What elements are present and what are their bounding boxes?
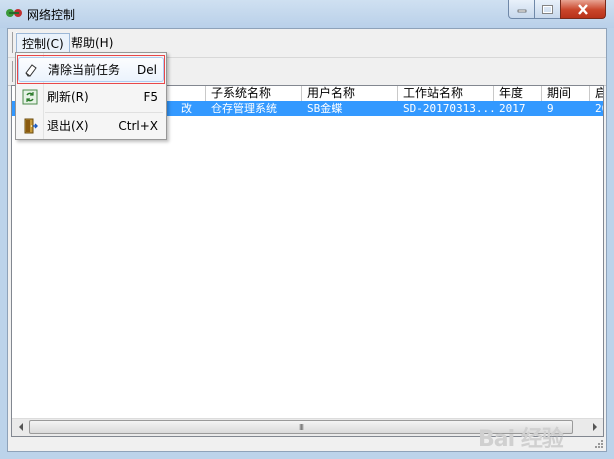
control-menu-dropdown: 清除当前任务 Del 刷新(R) F5 退出(X) Ctrl+X <box>15 52 167 140</box>
cell-year: 2017 <box>499 102 526 115</box>
column-header-period[interactable]: 期间 <box>542 86 590 101</box>
menu-item-shortcut: F5 <box>143 90 158 104</box>
menu-item-label: 清除当前任务 <box>48 63 121 77</box>
cell-user: SB金蝶 <box>307 102 343 115</box>
menu-item-label: 退出(X) <box>47 119 89 133</box>
menu-item-shortcut: Del <box>137 63 157 77</box>
network-control-icon <box>6 9 22 17</box>
cell-period: 9 <box>547 102 554 115</box>
menu-item-refresh[interactable]: 刷新(R) F5 <box>18 85 164 110</box>
minimize-button[interactable] <box>508 0 535 19</box>
eraser-icon <box>25 64 37 77</box>
column-header-user[interactable]: 用户名称 <box>302 86 398 101</box>
column-header-year[interactable]: 年度 <box>494 86 542 101</box>
arrow-left-icon <box>18 423 23 431</box>
column-header-workstation[interactable]: 工作站名称 <box>398 86 494 101</box>
menu-item-label: 刷新(R) <box>47 90 89 104</box>
scroll-left-button[interactable] <box>12 419 29 435</box>
menu-help[interactable]: 帮助(H) <box>66 33 118 53</box>
scrollbar-thumb-grip: III <box>298 422 304 432</box>
menu-item-clear-task[interactable]: 清除当前任务 Del <box>18 57 164 82</box>
column-header-start[interactable]: 启动 <box>590 86 603 101</box>
minimize-icon <box>517 9 526 13</box>
menu-item-exit[interactable]: 退出(X) Ctrl+X <box>18 114 164 139</box>
maximize-button[interactable] <box>534 0 561 19</box>
menu-item-shortcut: Ctrl+X <box>118 119 158 133</box>
app-window: 网络控制 控制(C) 帮助(H) J 子系统名称 用户名称 工作站名称 <box>0 0 614 459</box>
column-header-subsystem[interactable]: 子系统名称 <box>206 86 302 101</box>
resize-grip-icon[interactable] <box>594 439 604 449</box>
cell-workstation: SD-20170313... <box>403 102 494 115</box>
window-title: 网络控制 <box>27 8 76 22</box>
title-bar: 网络控制 <box>0 0 614 28</box>
cell-start: 201 <box>595 102 603 115</box>
close-icon <box>578 3 588 15</box>
cell-subsystem: 仓存管理系统 <box>211 102 277 115</box>
refresh-icon <box>22 89 38 105</box>
watermark: Bai 经验 <box>478 427 564 452</box>
close-button[interactable] <box>560 0 606 19</box>
menu-divider <box>45 112 163 113</box>
maximize-icon <box>542 4 553 14</box>
exit-door-icon <box>24 118 38 134</box>
